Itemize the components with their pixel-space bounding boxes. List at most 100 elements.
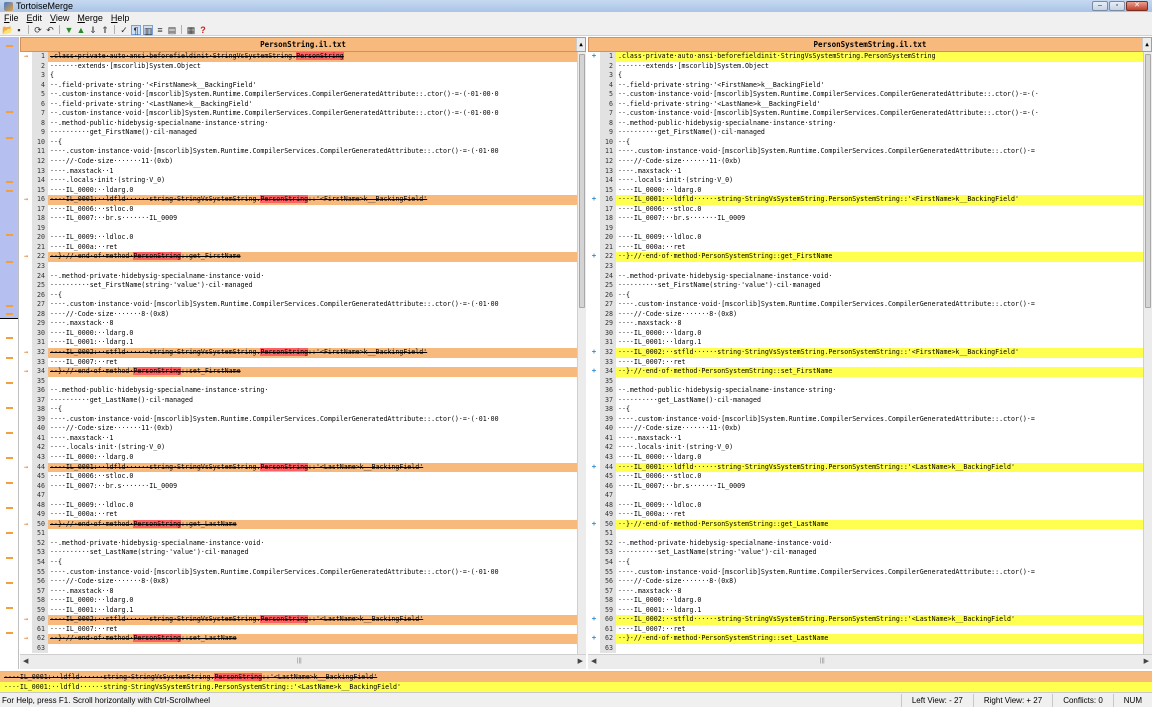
code-line[interactable]: 47 — [20, 491, 586, 501]
code-line[interactable]: 31 ····IL_0001:··ldarg.1 — [588, 338, 1152, 348]
open-icon[interactable]: 📂 — [2, 25, 13, 35]
code-line[interactable]: 26 ··{ — [588, 290, 1152, 301]
maximize-button[interactable]: ▫ — [1109, 1, 1125, 11]
code-line[interactable]: 10 ··{ — [588, 137, 1152, 148]
code-line[interactable]: 10 ··{ — [20, 137, 586, 148]
code-line[interactable]: 8 ··.method·public·hidebysig·specialname·… — [588, 118, 1152, 129]
code-line[interactable]: 45 ····IL_0006:··stloc.0 — [588, 472, 1152, 482]
code-line[interactable]: 5 ··.custom·instance·void·[mscorlib]Syste… — [20, 90, 586, 100]
code-line[interactable]: 51 — [20, 529, 586, 539]
code-line[interactable]: 61 ····IL_0007:··ret — [588, 624, 1152, 635]
code-line[interactable]: 59 ····IL_0001:··ldarg.1 — [588, 605, 1152, 616]
locator-diff-mark[interactable] — [6, 304, 13, 307]
menu-item[interactable]: View — [46, 13, 73, 23]
diff-line[interactable]: → 60 ····IL_0002:··stfld······string·Strin… — [20, 615, 586, 625]
locator-diff-mark[interactable] — [6, 190, 13, 193]
code-line[interactable]: 49 ····IL_000a:··ret — [20, 510, 586, 520]
code-line[interactable]: 12 ····//·Code·size·······11·(0xb) — [20, 157, 586, 167]
reload-icon[interactable]: ⟳ — [33, 25, 43, 35]
locator-diff-mark[interactable] — [6, 457, 13, 459]
code-line[interactable]: 23 — [588, 262, 1152, 272]
scroll-grip-icon[interactable]: ||| — [297, 658, 302, 664]
locator-diff-mark[interactable] — [6, 632, 13, 634]
code-line[interactable]: 14 ····.locals·init·(string·V_0) — [588, 176, 1152, 186]
code-line[interactable]: 25 ··········set_FirstName(string·'value'… — [588, 281, 1152, 291]
code-line[interactable]: 48 ····IL_0009:··ldloc.0 — [588, 500, 1152, 511]
code-line[interactable]: 57 ····.maxstack··8 — [588, 586, 1152, 597]
diff-line[interactable]: → 34 ··}·//·end·of·method·PersonString::se… — [20, 367, 586, 377]
code-line[interactable]: 23 — [20, 262, 586, 272]
code-line[interactable]: 45 ····IL_0006:··stloc.0 — [20, 472, 586, 482]
code-line[interactable]: 4 ··.field·private·string·'<FirstName>k__… — [588, 80, 1152, 91]
code-line[interactable]: 19 — [20, 223, 586, 234]
code-line[interactable]: 61 ····IL_0007:··ret — [20, 624, 586, 635]
locator-visible-region[interactable] — [0, 37, 18, 319]
code-line[interactable]: 46 ····IL_0007:··br.s·······IL_0009 — [588, 481, 1152, 492]
code-line[interactable]: 6 ··.field·private·string·'<LastName>k__B… — [20, 99, 586, 110]
code-line[interactable]: 18 ····IL_0007:··br.s·······IL_0009 — [588, 214, 1152, 224]
code-line[interactable]: 27 ····.custom·instance·void·[mscorlib]Sy… — [20, 300, 586, 310]
diff-line[interactable]: +44 ····IL_0001:··ldfld······string·Strin… — [588, 462, 1152, 473]
code-line[interactable]: 41 ····.maxstack··1 — [588, 433, 1152, 444]
code-line[interactable]: 17 ····IL_0006:··stloc.0 — [588, 204, 1152, 215]
code-line[interactable]: 20 ····IL_0009:··ldloc.0 — [588, 233, 1152, 243]
code-line[interactable]: 9 ··········get_FirstName()·cil·managed — [588, 128, 1152, 138]
code-line[interactable]: 58 ····IL_0000:··ldarg.0 — [588, 596, 1152, 606]
code-line[interactable]: 35 — [20, 376, 586, 387]
undo-icon[interactable]: ↶ — [45, 25, 55, 35]
diff-line[interactable]: +62 ··}·//·end·of·method·PersonSystemStri… — [588, 634, 1152, 644]
code-line[interactable]: 51 — [588, 529, 1152, 539]
code-line[interactable]: 21 ····IL_000a:··ret — [588, 242, 1152, 253]
code-line[interactable]: 56 ····//·Code·size·······8·(0x8) — [588, 577, 1152, 587]
locator-diff-mark[interactable] — [6, 557, 13, 559]
locator-diff-mark[interactable] — [6, 137, 13, 140]
code-line[interactable]: 41 ····.maxstack··1 — [20, 433, 586, 444]
menu-item[interactable]: Help — [107, 13, 134, 23]
code-line[interactable]: 52 ··.method·private·hidebysig·specialnam… — [20, 538, 586, 549]
right-code-area[interactable]: +1 .class·private·auto·ansi·beforefieldin… — [588, 52, 1152, 654]
left-vertical-scrollbar[interactable] — [577, 52, 586, 654]
code-line[interactable]: 36 ··.method·public·hidebysig·specialname… — [588, 386, 1152, 396]
locator-diff-mark[interactable] — [6, 607, 13, 609]
locator-diff-mark[interactable] — [6, 432, 13, 434]
diff-line[interactable]: +22 ··}·//·end·of·method·PersonSystemStri… — [588, 252, 1152, 263]
locator-diff-mark[interactable] — [6, 382, 13, 384]
code-line[interactable]: 11 ····.custom·instance·void·[mscorlib]Sy… — [20, 147, 586, 158]
side-by-side-view-icon[interactable]: ▥ — [143, 24, 153, 36]
diff-line[interactable]: → 22 ··}·//·end·of·method·PersonString::ge… — [20, 252, 586, 263]
code-line[interactable]: 42 ····.locals·init·(string·V_0) — [588, 443, 1152, 453]
locator-diff-mark[interactable] — [6, 507, 13, 509]
left-code-area[interactable]: → 1 .class·private·auto·ansi·beforefieldin… — [20, 52, 586, 654]
code-line[interactable]: 48 ····IL_0009:··ldloc.0 — [20, 500, 586, 511]
code-line[interactable]: 55 ····.custom·instance·void·[mscorlib]Sy… — [588, 567, 1152, 578]
locator-diff-mark[interactable] — [6, 111, 13, 113]
one-pane-view-icon[interactable]: ≡ — [155, 25, 165, 35]
diff-line[interactable]: +32 ····IL_0002:··stfld······string·Strin… — [588, 347, 1152, 358]
code-line[interactable]: 19 — [588, 223, 1152, 234]
scroll-right-arrow-icon[interactable]: ▶ — [578, 657, 583, 665]
code-line[interactable]: 43 ····IL_0000:··ldarg.0 — [20, 452, 586, 463]
code-line[interactable]: 30 ····IL_0000:··ldarg.0 — [588, 328, 1152, 339]
code-line[interactable]: 38 ··{ — [588, 405, 1152, 415]
code-line[interactable]: 58 ····IL_0000:··ldarg.0 — [20, 596, 586, 606]
code-line[interactable]: 17 ····IL_0006:··stloc.0 — [20, 204, 586, 215]
code-line[interactable]: 28 ····//·Code·size·······8·(0x8) — [588, 309, 1152, 320]
code-line[interactable]: 29 ····.maxstack··8 — [588, 319, 1152, 329]
code-line[interactable]: 40 ····//·Code·size·······11·(0xb) — [588, 424, 1152, 434]
diff-line[interactable]: +34 ··}·//·end·of·method·PersonSystemStri… — [588, 367, 1152, 377]
diff-line[interactable]: +1 .class·private·auto·ansi·beforefieldin… — [588, 52, 1152, 62]
code-line[interactable]: 53 ··········set_LastName(string·'value')… — [588, 548, 1152, 558]
right-vertical-scrollbar[interactable] — [1143, 52, 1152, 654]
scroll-thumb[interactable] — [579, 54, 585, 308]
code-line[interactable]: 35 — [588, 376, 1152, 387]
code-line[interactable]: 38 ··{ — [20, 405, 586, 415]
code-line[interactable]: 14 ····.locals·init·(string·V_0) — [20, 176, 586, 186]
settings-icon[interactable]: ▦ — [186, 25, 196, 35]
code-line[interactable]: 46 ····IL_0007:··br.s·······IL_0009 — [20, 481, 586, 492]
code-line[interactable]: 2 ·······extends·[mscorlib]System.Object — [588, 61, 1152, 72]
code-line[interactable]: 33 ····IL_0007:··ret — [588, 357, 1152, 368]
locator-diff-mark[interactable] — [6, 482, 13, 484]
close-button[interactable]: ✕ — [1126, 1, 1148, 11]
code-line[interactable]: 54 ··{ — [20, 557, 586, 568]
code-line[interactable]: 63 — [20, 643, 586, 654]
